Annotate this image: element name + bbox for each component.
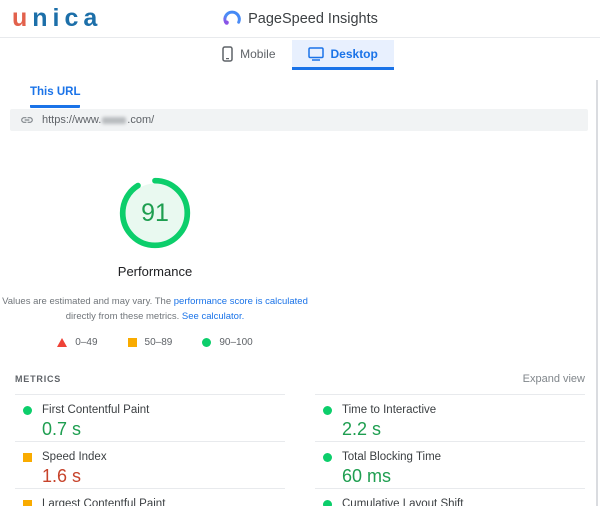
app-title-text: PageSpeed Insights <box>248 11 378 27</box>
metrics-left-column: First Contentful Paint 0.7 s Speed Index… <box>15 394 285 506</box>
orange-square-icon <box>127 338 137 348</box>
desktop-monitor-icon <box>307 46 324 61</box>
metric-status-icon <box>23 452 32 462</box>
metric-status-icon <box>23 499 32 506</box>
app-title: PageSpeed Insights <box>222 9 378 29</box>
performance-gauge[interactable]: 91 <box>117 175 193 251</box>
score-disclaimer: Values are estimated and may vary. The p… <box>2 294 308 324</box>
metric-value: 2.2 s <box>342 419 382 440</box>
link-icon <box>20 113 34 127</box>
legend-item-average: 50–89 <box>127 337 173 349</box>
metric-name: Time to Interactive <box>342 404 437 417</box>
legend-item-fail: 0–49 <box>57 337 98 349</box>
tab-mobile-label: Mobile <box>240 46 276 61</box>
metric-status-icon <box>323 405 332 415</box>
disclaimer-text-1: Values are estimated and may vary. The <box>2 296 174 307</box>
legend-fail-range: 0–49 <box>75 337 98 349</box>
metric-name: Largest Contentful Paint <box>42 498 166 506</box>
metric-speed-index: Speed Index 1.6 s <box>15 441 285 488</box>
metric-status-icon <box>323 499 332 506</box>
metric-first-contentful-paint: First Contentful Paint 0.7 s <box>15 394 285 441</box>
redacted-domain <box>102 116 127 124</box>
vertical-scrollbar[interactable] <box>596 80 598 506</box>
performance-score-section: 91 Performance Values are estimated and … <box>0 175 310 348</box>
green-circle-icon <box>202 338 212 348</box>
see-calculator-link[interactable]: See calculator. <box>182 311 244 322</box>
metric-total-blocking-time: Total Blocking Time 60 ms <box>315 441 585 488</box>
unica-logo[interactable]: unica <box>12 4 102 33</box>
metric-value: 0.7 s <box>42 419 82 440</box>
disclaimer-text-2: directly from these metrics. <box>65 311 182 323</box>
metrics-section: METRICS Expand view First Contentful Pai… <box>15 373 585 506</box>
metric-name: Speed Index <box>42 451 107 464</box>
metric-status-icon <box>323 452 332 462</box>
legend-item-good: 90–100 <box>202 337 253 349</box>
header: unica PageSpeed Insights <box>0 0 600 38</box>
url-bar[interactable]: https://www. .com/ <box>10 109 588 131</box>
logo-letters-nica: nica <box>32 4 103 32</box>
metrics-section-title: METRICS <box>15 374 62 385</box>
metric-time-to-interactive: Time to Interactive 2.2 s <box>315 394 585 441</box>
url-tab-row: This URL <box>30 82 600 108</box>
metric-name: Cumulative Layout Shift <box>342 498 464 506</box>
metrics-columns: First Contentful Paint 0.7 s Speed Index… <box>15 394 585 506</box>
pagespeed-gauge-icon <box>222 9 242 29</box>
legend-average-range: 50–89 <box>144 337 173 349</box>
expand-view-link[interactable]: Expand view <box>523 373 585 385</box>
performance-score-label: Performance <box>117 264 193 279</box>
performance-score-value: 91 <box>141 198 169 227</box>
metric-cumulative-layout-shift: Cumulative Layout Shift 0 <box>315 488 585 506</box>
score-legend: 0–49 50–89 90–100 <box>57 337 253 349</box>
tab-mobile[interactable]: Mobile <box>206 40 291 70</box>
metric-name: First Contentful Paint <box>42 404 150 417</box>
calculation-link[interactable]: performance score is calculated <box>174 296 308 307</box>
red-triangle-icon <box>57 338 68 348</box>
metric-largest-contentful-paint: Largest Contentful Paint 1.7 s <box>15 488 285 506</box>
metric-status-icon <box>23 405 32 415</box>
pagespeed-results-page: unica PageSpeed Insights Mobile Desktop … <box>0 0 600 506</box>
metrics-right-column: Time to Interactive 2.2 s Total Blocking… <box>315 394 585 506</box>
metric-name: Total Blocking Time <box>342 451 442 464</box>
logo-letter-u: u <box>12 4 33 32</box>
tab-desktop-label: Desktop <box>330 46 378 61</box>
tab-desktop[interactable]: Desktop <box>291 40 394 70</box>
tab-this-url[interactable]: This URL <box>30 86 81 108</box>
legend-good-range: 90–100 <box>219 337 253 349</box>
device-tab-bar: Mobile Desktop <box>0 40 600 70</box>
metric-value: 1.6 s <box>42 466 82 487</box>
metric-value: 60 ms <box>342 466 392 487</box>
analyzed-url: https://www. .com/ <box>42 114 155 126</box>
metrics-header: METRICS Expand view <box>15 373 585 394</box>
mobile-phone-icon <box>222 45 233 62</box>
